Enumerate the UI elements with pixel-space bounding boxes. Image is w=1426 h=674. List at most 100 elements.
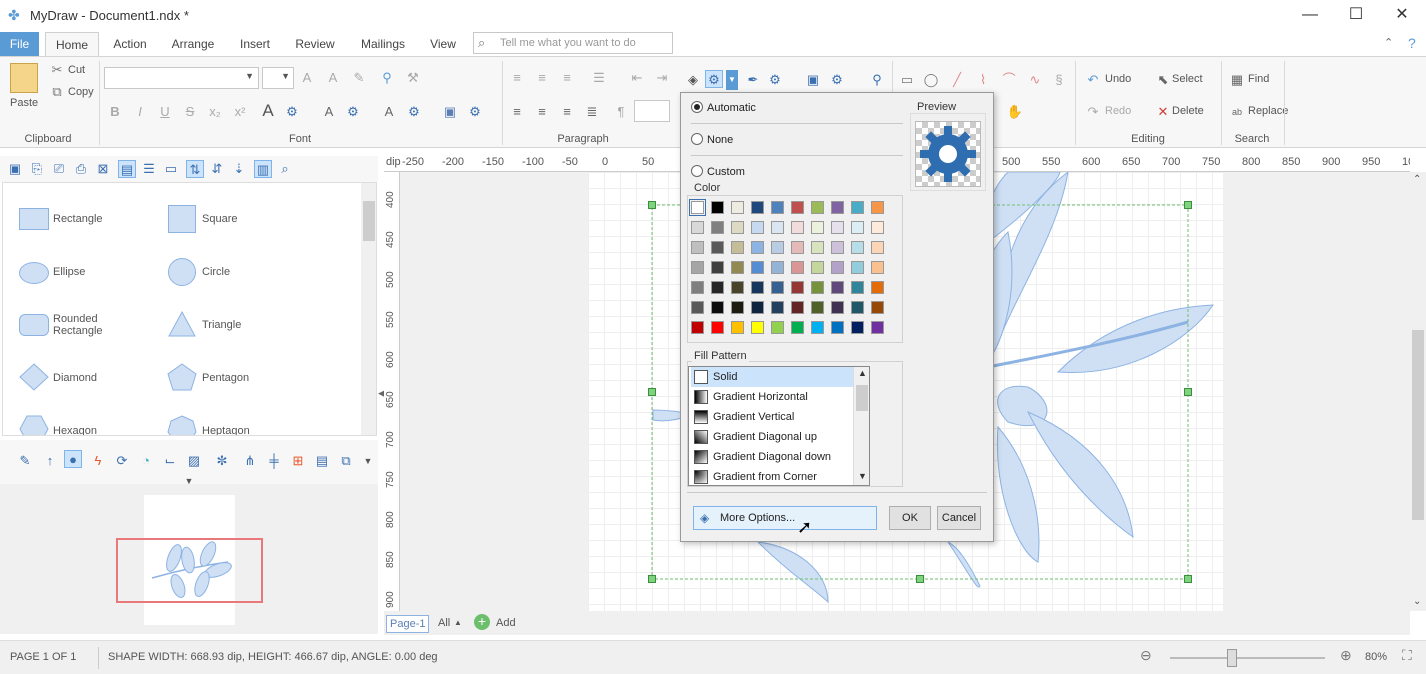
sort-desc-icon[interactable]: ⇣ (230, 160, 248, 178)
color-swatch[interactable] (871, 261, 884, 274)
font-family-select[interactable]: ▼ (104, 67, 259, 89)
color-swatch[interactable] (691, 301, 704, 314)
line-color-icon[interactable]: ✒ (744, 71, 762, 89)
color-swatch[interactable] (831, 321, 844, 334)
close-button[interactable]: ✕ (1379, 0, 1425, 30)
eyedropper-icon[interactable]: ⚲ (868, 71, 886, 89)
bullets-icon[interactable]: ☰ (590, 69, 608, 87)
stencil-icon[interactable]: ▥ (254, 160, 272, 178)
color-swatch[interactable] (771, 261, 784, 274)
navigator-viewport[interactable] (116, 538, 263, 603)
cancel-button[interactable]: Cancel (937, 506, 981, 530)
pattern-scroll-thumb[interactable] (856, 385, 868, 411)
color-swatch[interactable] (731, 321, 744, 334)
connector-tool-icon[interactable]: ⌇ (974, 71, 992, 89)
find-icon[interactable]: ▦ (1228, 71, 1246, 89)
cut-icon[interactable]: ✂ (48, 61, 66, 79)
color-swatch[interactable] (811, 201, 824, 214)
color-swatch[interactable] (851, 221, 864, 234)
close-stencil-icon[interactable]: ⊠ (94, 160, 112, 178)
sort-az-icon[interactable]: ⇅ (186, 160, 204, 178)
color-swatch[interactable] (851, 301, 864, 314)
align-right-icon[interactable]: ≡ (558, 103, 576, 121)
sort-icon[interactable]: ⇵ (208, 160, 226, 178)
color-swatch[interactable] (791, 321, 804, 334)
icons-view-icon[interactable]: ▤ (118, 160, 136, 178)
color-swatch[interactable] (751, 221, 764, 234)
fill-pattern-item[interactable]: Gradient Diagonal up (691, 427, 853, 447)
subscript-icon[interactable]: x₂ (206, 103, 224, 121)
color-swatch[interactable] (771, 241, 784, 254)
color-swatch[interactable] (871, 241, 884, 254)
gear-icon[interactable]: ⚙ (466, 103, 484, 121)
add-icon[interactable]: + (474, 614, 490, 630)
color-swatch[interactable] (751, 201, 764, 214)
collapse-ribbon-icon[interactable]: ⌃ (1384, 36, 1393, 49)
color-swatch[interactable] (831, 301, 844, 314)
search-shapes-icon[interactable]: ⌕ (276, 160, 294, 178)
color-swatch[interactable] (711, 241, 724, 254)
color-swatch[interactable] (771, 321, 784, 334)
new-icon[interactable]: ⎘ (28, 160, 46, 178)
fill-pattern-item[interactable]: Gradient Vertical (691, 407, 853, 427)
color-swatch[interactable] (851, 281, 864, 294)
color-swatch[interactable] (731, 201, 744, 214)
color-swatch[interactable] (751, 301, 764, 314)
scroll-down-icon[interactable]: ⌄ (1413, 596, 1421, 607)
fill-bucket-icon[interactable]: ◈ (684, 71, 702, 89)
color-swatch[interactable] (791, 201, 804, 214)
color-swatch[interactable] (711, 221, 724, 234)
line-tool-icon[interactable]: ╱ (948, 71, 966, 89)
color-swatch[interactable] (871, 281, 884, 294)
color-swatch[interactable] (751, 241, 764, 254)
font-color-icon[interactable]: A (259, 102, 277, 120)
pages-icon[interactable]: ⧉ (337, 452, 355, 470)
text-shadow-icon[interactable]: ▣ (441, 103, 459, 121)
indent-increase-icon[interactable]: ⇥ (653, 69, 671, 87)
zoom-in-icon[interactable]: ⊕ (1340, 647, 1352, 664)
color-swatch[interactable] (751, 261, 764, 274)
text-outline-icon[interactable]: A (380, 103, 398, 121)
tab-insert[interactable]: Insert (232, 32, 278, 56)
open-icon[interactable]: ⎚ (50, 160, 68, 178)
paste-button[interactable]: Paste (10, 97, 38, 109)
font-size-select[interactable]: ▼ (262, 67, 294, 89)
save-icon[interactable]: ▣ (6, 160, 24, 178)
color-swatch[interactable] (771, 221, 784, 234)
gear-icon[interactable]: ⚙ (283, 103, 301, 121)
maximize-button[interactable]: ☐ (1333, 0, 1379, 30)
color-swatch[interactable] (751, 321, 764, 334)
edit-icon[interactable]: ✎ (16, 452, 34, 470)
tab-view[interactable]: View (422, 32, 464, 56)
scroll-down-icon[interactable]: ▼ (858, 471, 867, 481)
rectangle-tool-icon[interactable]: ▭ (898, 71, 916, 89)
find-button[interactable]: Find (1248, 73, 1269, 85)
page-tab-page-1[interactable]: Page-1 (386, 615, 430, 633)
bold-icon[interactable]: B (106, 103, 124, 121)
ellipse-tool-icon[interactable]: ◯ (922, 71, 940, 89)
color-swatch[interactable] (711, 301, 724, 314)
pan-tool-icon[interactable]: ✋ (1006, 103, 1024, 121)
align-left-icon[interactable]: ≡ (508, 103, 526, 121)
color-swatch[interactable] (851, 261, 864, 274)
color-swatch[interactable] (791, 241, 804, 254)
color-swatch[interactable] (871, 321, 884, 334)
color-swatch[interactable] (811, 261, 824, 274)
connector-icon[interactable]: ⌙ (161, 452, 179, 470)
color-swatch[interactable] (691, 321, 704, 334)
color-swatch[interactable] (751, 281, 764, 294)
map-icon[interactable]: ▨ (185, 452, 203, 470)
tab-action[interactable]: Action (105, 32, 155, 56)
help-icon[interactable]: ? (1408, 35, 1416, 51)
clear-format-icon[interactable]: ✎ (350, 69, 368, 87)
more-dropdown-icon[interactable]: ▼ (359, 452, 377, 470)
scroll-up-icon[interactable]: ▲ (858, 368, 867, 378)
format-painter-icon[interactable]: ⚒ (404, 69, 422, 87)
gear-icon[interactable]: ⚙ (766, 71, 784, 89)
color-swatch[interactable] (731, 221, 744, 234)
indent-decrease-icon[interactable]: ⇤ (628, 69, 646, 87)
selection-handle[interactable] (916, 575, 924, 583)
tab-home[interactable]: Home (45, 32, 99, 57)
color-swatch[interactable] (831, 221, 844, 234)
color-swatch[interactable] (811, 221, 824, 234)
